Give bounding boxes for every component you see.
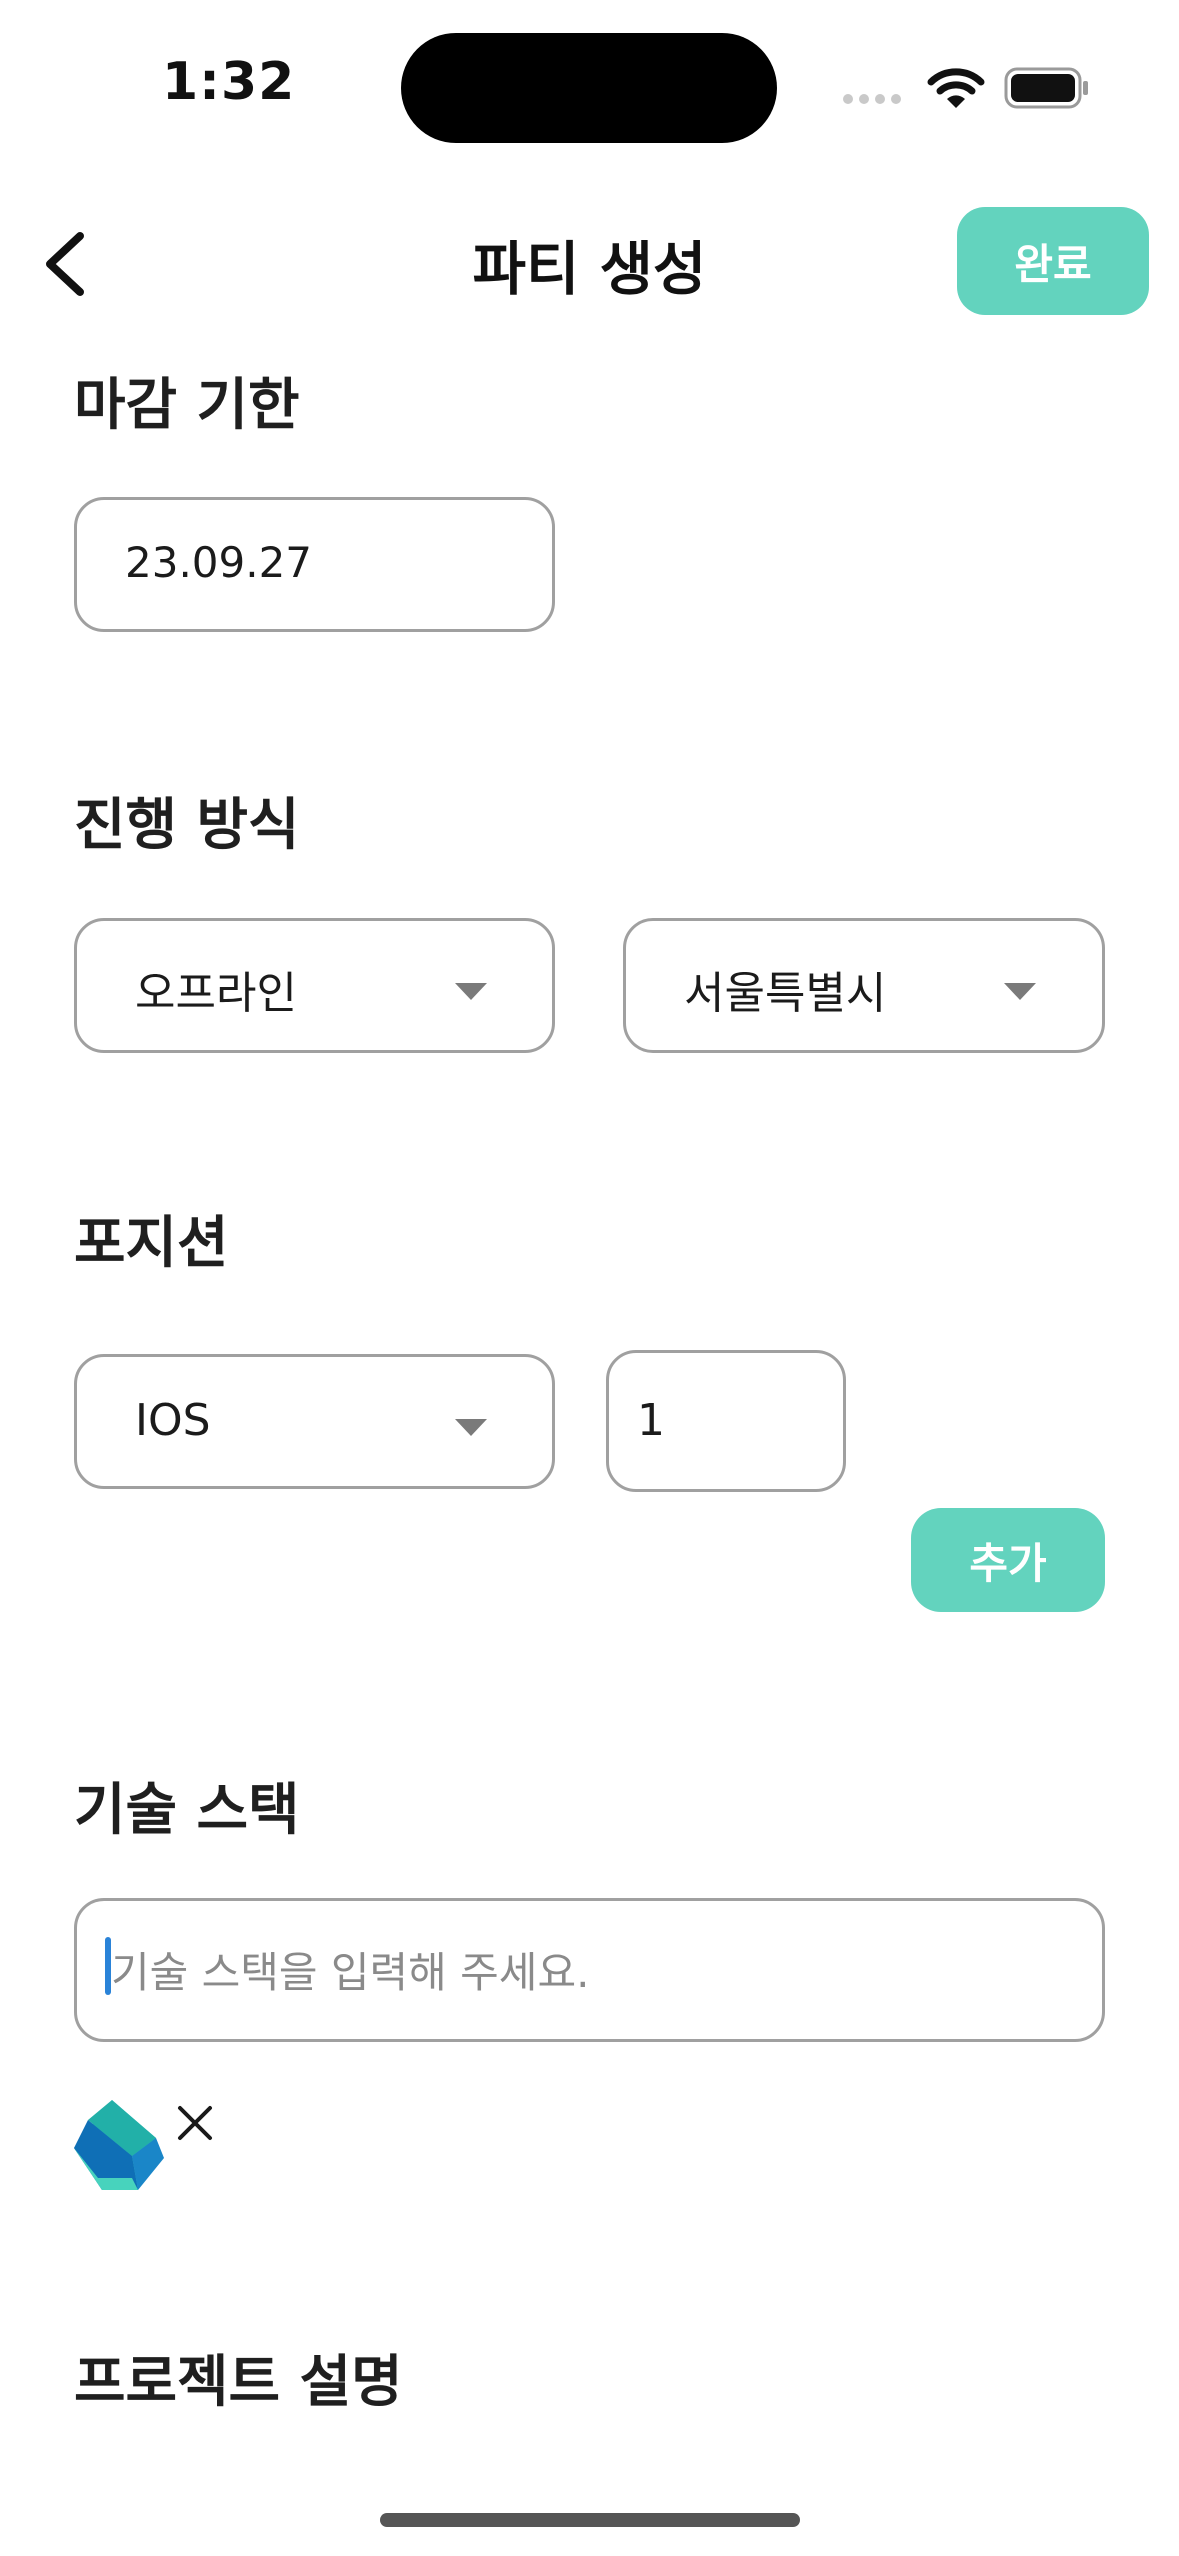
chevron-down-icon: [1004, 983, 1036, 1000]
position-role-value: IOS: [135, 1395, 211, 1446]
tech-stack-chip: [72, 2098, 172, 2194]
status-time: 1:32: [162, 52, 296, 112]
project-description-section-title: 프로젝트 설명: [74, 2350, 403, 2415]
deadline-date-field[interactable]: 23.09.27: [74, 497, 555, 632]
tech-stack-section-title: 기술 스택: [74, 1778, 300, 1843]
back-button[interactable]: [38, 224, 102, 304]
position-count-field[interactable]: 1: [606, 1350, 846, 1492]
chevron-left-icon: [46, 232, 84, 296]
chevron-down-icon: [455, 983, 487, 1000]
tech-stack-input[interactable]: 기술 스택을 입력해 주세요.: [74, 1898, 1105, 2042]
add-position-button[interactable]: 추가: [911, 1508, 1105, 1612]
position-section-title: 포지션: [74, 1211, 229, 1276]
region-dropdown[interactable]: 서울특별시: [623, 918, 1105, 1053]
position-count-value: 1: [637, 1395, 665, 1446]
home-indicator[interactable]: [380, 2513, 800, 2527]
dynamic-island: [401, 33, 777, 143]
region-selected-value: 서울특별시: [684, 968, 887, 1019]
cellular-dots-icon: [843, 94, 901, 104]
method-section-title: 진행 방식: [74, 793, 300, 858]
position-role-dropdown[interactable]: IOS: [74, 1354, 555, 1489]
remove-chip-button[interactable]: [170, 2098, 220, 2148]
mode-selected-value: 오프라인: [135, 968, 297, 1019]
mode-dropdown[interactable]: 오프라인: [74, 918, 555, 1053]
chevron-down-icon: [455, 1419, 487, 1436]
battery-icon: [1004, 67, 1088, 109]
dart-logo-icon: [74, 2100, 164, 2190]
deadline-date-value: 23.09.27: [125, 538, 313, 587]
deadline-section-title: 마감 기한: [74, 373, 300, 438]
tech-stack-placeholder: 기술 스택을 입력해 주세요.: [111, 1948, 590, 1997]
close-icon: [178, 2106, 212, 2140]
done-button[interactable]: 완료: [957, 207, 1149, 315]
wifi-icon: [927, 68, 985, 108]
